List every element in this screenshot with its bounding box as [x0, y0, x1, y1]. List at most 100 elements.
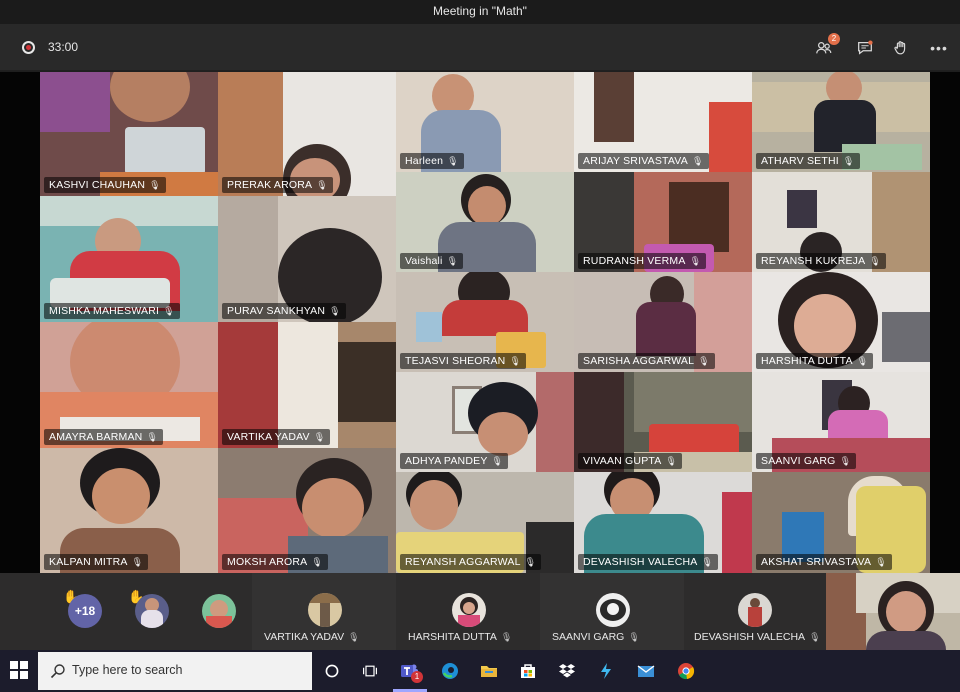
edge-taskbar-button[interactable]: [436, 657, 464, 685]
mail-icon: [637, 665, 655, 677]
taskbar-search-box[interactable]: Type here to search: [38, 652, 312, 690]
mic-icon: 🎙: [509, 356, 522, 366]
record-icon: [22, 41, 35, 54]
avatar: [596, 593, 630, 627]
participant-name: PRERAK ARORA 🎙: [222, 177, 333, 193]
participant-name: DEVASHISH VALECHA 🎙: [694, 631, 821, 643]
video-tile[interactable]: REYANSH KUKREJA 🎙: [752, 172, 930, 272]
video-tile[interactable]: PURAV SANKHYAN 🎙: [218, 196, 396, 322]
video-tile[interactable]: Vaishali 🎙: [396, 172, 574, 272]
avatar: [452, 593, 486, 627]
mic-icon: 🎙: [329, 306, 341, 316]
mic-off-icon: 🎙: [628, 632, 640, 642]
video-stage: KASHVI CHAUHAN 🎙 PRERAK ARORA 🎙 MISHKA MAH…: [0, 72, 960, 573]
mic-icon: 🎙: [311, 557, 324, 567]
participant-name: REYANSH AGGARWAL 🎙: [400, 554, 542, 570]
video-tile[interactable]: VIVAAN GUPTA 🎙: [574, 372, 752, 472]
search-icon: [50, 664, 65, 679]
teams-badge: 1: [411, 671, 423, 683]
mic-icon: 🎙: [313, 432, 326, 442]
video-tile[interactable]: AKSHAT SRIVASTAVA 🎙: [752, 472, 930, 573]
mic-icon: 🎙: [665, 456, 678, 466]
app-taskbar-button[interactable]: [592, 657, 620, 685]
window-title: Meeting in "Math": [0, 0, 960, 24]
strip-participant[interactable]: DEVASHISH VALECHA 🎙: [684, 573, 826, 650]
participants-button[interactable]: 2: [812, 33, 840, 60]
mic-icon: 🎙: [839, 456, 852, 466]
mic-icon: 🎙: [149, 180, 161, 190]
chat-button[interactable]: [853, 36, 877, 60]
mic-icon: 🎙: [698, 356, 710, 366]
video-tile[interactable]: KALPAN MITRA 🎙: [40, 448, 218, 573]
mic-icon: 🎙: [856, 356, 869, 366]
mic-icon: 🎙: [447, 156, 459, 166]
file-explorer-taskbar-button[interactable]: [475, 657, 503, 685]
video-tile[interactable]: DEVASHISH VALECHA 🎙: [574, 472, 752, 573]
video-tile[interactable]: SARISHA AGGARWAL 🎙: [574, 272, 752, 372]
participant-name: HARSHITA DUTTA 🎙: [408, 631, 513, 643]
mic-icon: 🎙: [842, 156, 855, 166]
mic-off-icon: 🎙: [500, 632, 513, 642]
chat-icon: [858, 40, 873, 55]
raise-hand-button[interactable]: [889, 36, 913, 60]
strip-participant[interactable]: SAANVI GARG 🎙: [540, 573, 684, 650]
more-participants-button[interactable]: +18: [68, 594, 102, 628]
mic-icon: 🎙: [316, 180, 328, 190]
participant-name: HARSHITA DUTTA 🎙: [756, 353, 874, 369]
avatar[interactable]: [202, 594, 236, 628]
participant-name: KALPAN MITRA 🎙: [44, 554, 149, 570]
task-view-button[interactable]: [356, 657, 384, 685]
video-tile[interactable]: ATHARV SETHI 🎙: [752, 72, 930, 172]
mic-icon: 🎙: [491, 456, 504, 466]
video-tile[interactable]: ARIJAY SRIVASTAVA 🎙: [574, 72, 752, 172]
cortana-icon: [325, 664, 339, 678]
video-grid: KASHVI CHAUHAN 🎙 PRERAK ARORA 🎙 MISHKA MAH…: [40, 72, 930, 573]
participant-strip: ✋ +18 ✋ VARTIKA YADAV🎙 HARSHITA DUTTA🎙: [0, 573, 960, 650]
participant-name: Harleen 🎙: [400, 153, 464, 169]
mic-icon: 🎙: [691, 156, 704, 166]
dropbox-taskbar-button[interactable]: [553, 657, 581, 685]
video-tile[interactable]: ADHYA PANDEY 🎙: [396, 372, 574, 472]
participant-name: MISHKA MAHESWARI 🎙: [44, 303, 180, 319]
more-options-button[interactable]: •••: [927, 36, 951, 60]
participant-name: SARISHA AGGARWAL 🎙: [578, 353, 715, 369]
chrome-taskbar-button[interactable]: [672, 657, 700, 685]
participant-name: ARIJAY SRIVASTAVA 🎙: [578, 153, 709, 169]
meeting-timer: 33:00: [48, 40, 79, 54]
video-tile[interactable]: AMAYRA BARMAN 🎙: [40, 322, 218, 448]
mic-icon: 🎙: [163, 306, 175, 316]
participant-name: AKSHAT SRIVASTAVA 🎙: [756, 554, 892, 570]
video-tile[interactable]: KASHVI CHAUHAN 🎙: [40, 72, 218, 196]
self-view-video[interactable]: [826, 573, 960, 650]
participant-name: VIVAAN GUPTA 🎙: [578, 453, 683, 469]
search-placeholder: Type here to search: [72, 663, 183, 677]
video-tile[interactable]: PRERAK ARORA 🎙: [218, 72, 396, 196]
video-tile[interactable]: Harleen 🎙: [396, 72, 574, 172]
strip-participant[interactable]: HARSHITA DUTTA 🎙: [396, 573, 540, 650]
meeting-toolbar: 33:00 2 •••: [0, 24, 960, 87]
raise-hand-icon: [894, 41, 906, 55]
store-icon: [521, 664, 535, 678]
video-tile[interactable]: RUDRANSH VERMA 🎙: [574, 172, 752, 272]
participant-name: AMAYRA BARMAN 🎙: [44, 429, 164, 445]
video-tile[interactable]: MOKSH ARORA 🎙: [218, 448, 396, 573]
store-taskbar-button[interactable]: [514, 657, 542, 685]
participant-name: MOKSH ARORA 🎙: [222, 554, 329, 570]
video-tile[interactable]: SAANVI GARG 🎙: [752, 372, 930, 472]
strip-participant[interactable]: VARTIKA YADAV 🎙: [252, 573, 396, 650]
mic-icon: 🎙: [146, 432, 159, 442]
teams-taskbar-button[interactable]: 1: [395, 657, 423, 685]
video-tile[interactable]: REYANSH AGGARWAL 🎙: [396, 472, 574, 573]
avatar[interactable]: [135, 594, 169, 628]
mail-taskbar-button[interactable]: [632, 657, 660, 685]
participant-name: ADHYA PANDEY 🎙: [400, 453, 509, 469]
video-tile[interactable]: HARSHITA DUTTA 🎙: [752, 272, 930, 372]
chrome-icon: [678, 663, 695, 680]
video-tile[interactable]: VARTIKA YADAV 🎙: [218, 322, 396, 448]
cortana-button[interactable]: [318, 657, 346, 685]
mic-icon: 🎙: [446, 256, 459, 266]
mic-icon: 🎙: [131, 557, 144, 567]
video-tile[interactable]: MISHKA MAHESWARI 🎙: [40, 196, 218, 322]
video-tile[interactable]: TEJASVI SHEORAN 🎙: [396, 272, 574, 372]
windows-start-icon[interactable]: [10, 661, 28, 679]
